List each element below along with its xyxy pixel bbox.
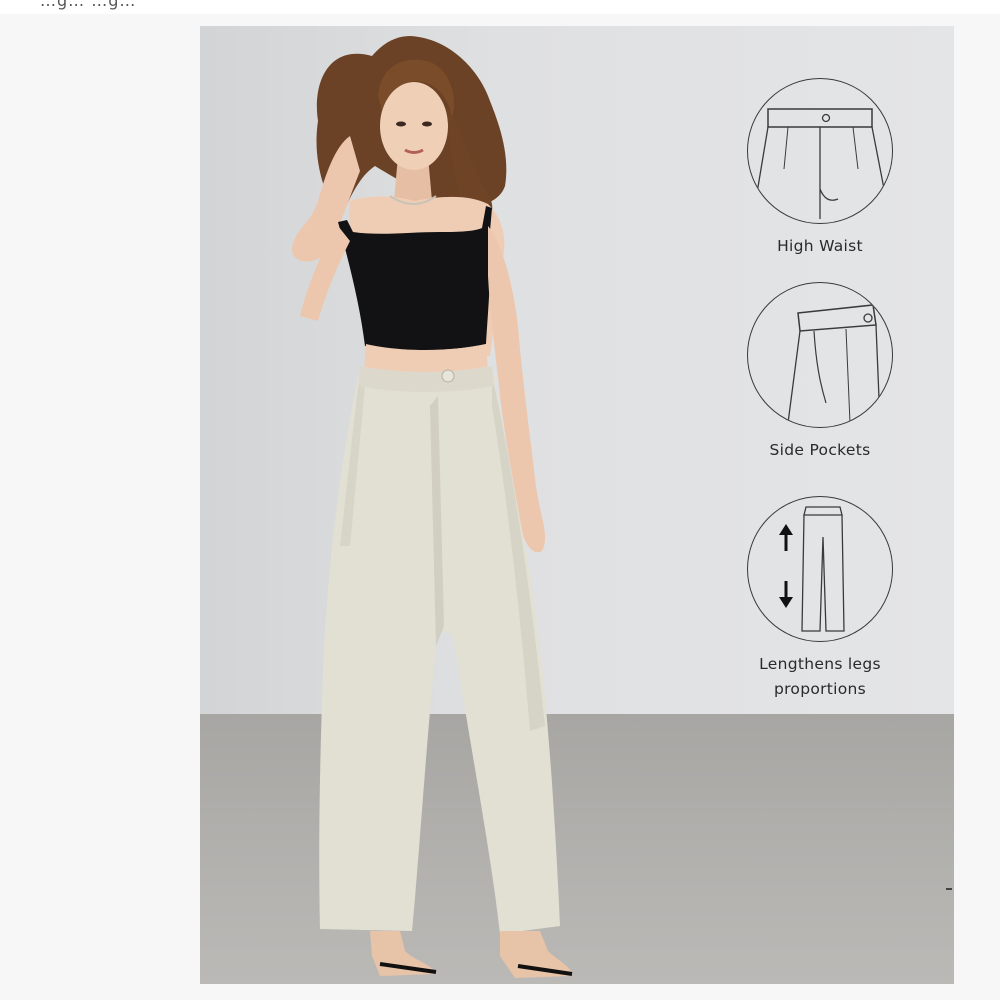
feature-label-line: proportions (773, 680, 867, 698)
top-strip: …g… …g… (0, 0, 1000, 14)
feature-side-pockets: Side Pockets (745, 282, 895, 463)
high-waist-icon (747, 78, 893, 224)
feature-label: Side Pockets (769, 441, 871, 459)
feature-label: High Waist (777, 237, 863, 255)
product-image[interactable]: High Waist Side Pockets Lengthens legs p… (200, 26, 954, 984)
cut-off-heading: …g… …g… (40, 0, 137, 10)
side-pockets-icon (747, 282, 893, 428)
scroll-indicator (946, 888, 952, 890)
feature-label: Lengthens legs proportions (745, 652, 895, 702)
lengthens-legs-icon (747, 496, 893, 642)
feature-high-waist: High Waist (745, 78, 895, 259)
feature-lengthens-legs: Lengthens legs proportions (745, 496, 895, 702)
feature-label-line: Lengthens legs (759, 655, 881, 673)
